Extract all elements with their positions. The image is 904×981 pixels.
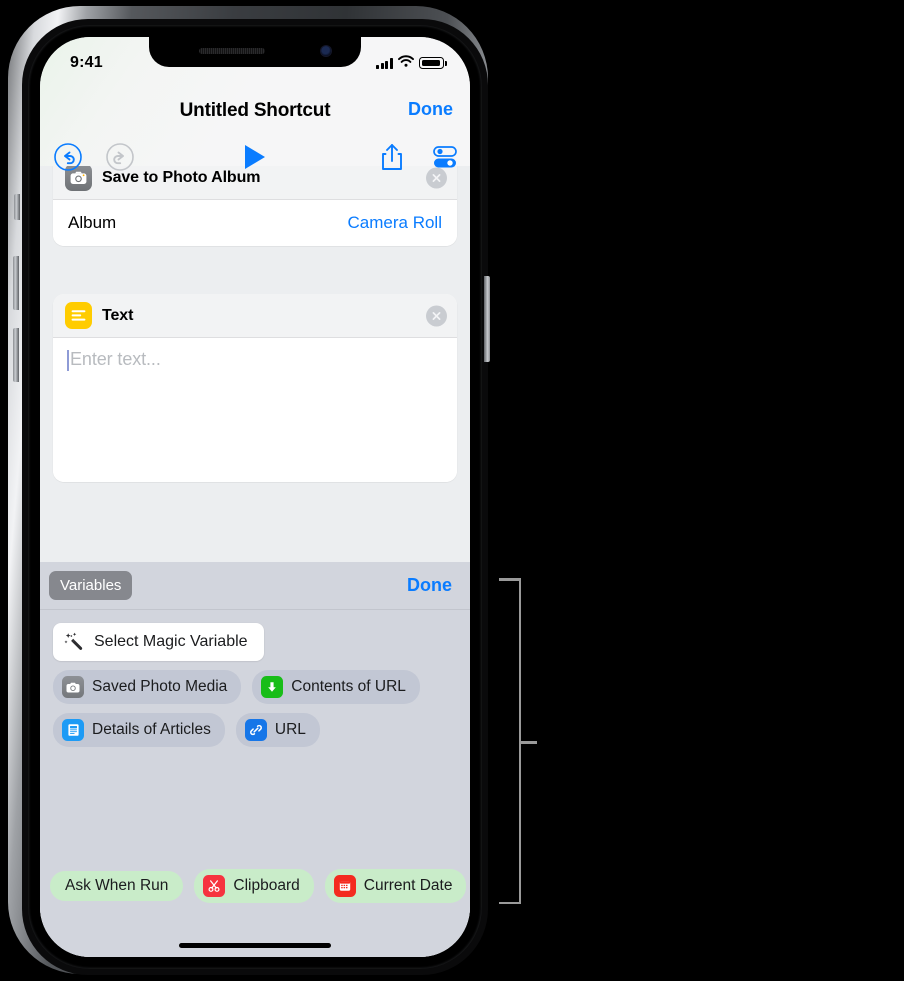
magic-wand-icon — [62, 630, 86, 654]
volume-down-button[interactable] — [13, 328, 19, 382]
share-icon[interactable] — [379, 142, 405, 172]
select-magic-variable-button[interactable]: Select Magic Variable — [53, 623, 264, 661]
bracket-bottom-tick — [499, 901, 521, 904]
variable-chip-label: Contents of URL — [291, 678, 406, 695]
scissors-icon — [203, 875, 226, 897]
variable-chip-label: Current Date — [363, 877, 453, 894]
variable-chip-details-of-articles[interactable]: Details of Articles — [53, 713, 225, 747]
mute-switch[interactable] — [14, 194, 20, 220]
parameter-label: Album — [68, 213, 117, 232]
variables-panel: Variables Done Select Magic Variable Sav… — [40, 562, 470, 957]
text-placeholder: Enter text... — [70, 349, 161, 369]
variable-chip-label: Clipboard — [233, 877, 300, 894]
variable-chip-row: Saved Photo Media Contents of URL — [53, 670, 420, 704]
screenshot-stage: Untitled Shortcut Done 9:41 Save to Phot… — [0, 0, 904, 981]
parameter-row-album[interactable]: Album Camera Roll — [53, 200, 457, 246]
variable-chip-clipboard[interactable]: Clipboard — [194, 869, 314, 903]
action-card-text[interactable]: Text Enter text... — [53, 294, 457, 482]
front-camera — [321, 46, 331, 56]
variable-chip-contents-of-url[interactable]: Contents of URL — [252, 670, 420, 704]
tab-variables[interactable]: Variables — [49, 571, 133, 600]
iphone-frame: Untitled Shortcut Done 9:41 Save to Phot… — [8, 6, 490, 975]
page-title: Untitled Shortcut — [179, 100, 331, 121]
download-arrow-icon — [261, 676, 284, 698]
variables-panel-toolbar: Variables Done — [40, 562, 470, 610]
editor-toolbar — [40, 133, 470, 181]
variables-bottom-chips: Ask When Run Clipboard Current Date — [40, 869, 470, 903]
home-indicator[interactable] — [179, 943, 331, 948]
variables-done-button[interactable]: Done — [407, 575, 452, 596]
notch — [149, 37, 361, 67]
magic-variable-label: Select Magic Variable — [94, 633, 248, 650]
action-header[interactable]: Text — [53, 294, 457, 338]
text-input[interactable]: Enter text... — [53, 338, 457, 482]
calendar-icon — [333, 875, 356, 897]
earpiece-speaker — [199, 48, 265, 54]
variable-chip-ask-when-run[interactable]: Ask When Run — [50, 871, 184, 901]
close-icon[interactable] — [426, 305, 447, 326]
redo-icon[interactable] — [105, 142, 135, 172]
volume-up-button[interactable] — [13, 256, 19, 310]
bracket-top-tick — [499, 578, 521, 581]
variable-chip-saved-photo-media[interactable]: Saved Photo Media — [53, 670, 242, 704]
bracket-pointer — [521, 741, 537, 744]
variables-list: Select Magic Variable Saved Photo Media … — [40, 610, 470, 957]
variable-chip-row: Details of Articles URL — [53, 713, 320, 747]
variable-chip-label: Ask When Run — [65, 877, 169, 894]
link-icon — [244, 719, 267, 741]
document-icon — [62, 719, 84, 741]
annotation-bracket — [499, 578, 537, 904]
variable-chip-url[interactable]: URL — [235, 713, 320, 747]
action-title: Text — [102, 306, 134, 324]
text-caret — [67, 350, 69, 371]
parameter-value[interactable]: Camera Roll — [348, 213, 442, 233]
power-button[interactable] — [484, 276, 490, 362]
variable-chip-current-date[interactable]: Current Date — [324, 869, 467, 903]
done-button[interactable]: Done — [408, 99, 453, 120]
settings-sliders-icon[interactable] — [430, 143, 460, 171]
play-icon[interactable] — [242, 143, 268, 171]
undo-icon[interactable] — [53, 142, 83, 172]
camera-icon — [62, 676, 84, 698]
variable-chip-label: URL — [274, 721, 306, 738]
variable-chip-label: Saved Photo Media — [92, 678, 228, 695]
phone-screen: Untitled Shortcut Done 9:41 Save to Phot… — [40, 37, 470, 957]
text-lines-icon — [65, 302, 92, 329]
variable-chip-label: Details of Articles — [92, 721, 211, 738]
